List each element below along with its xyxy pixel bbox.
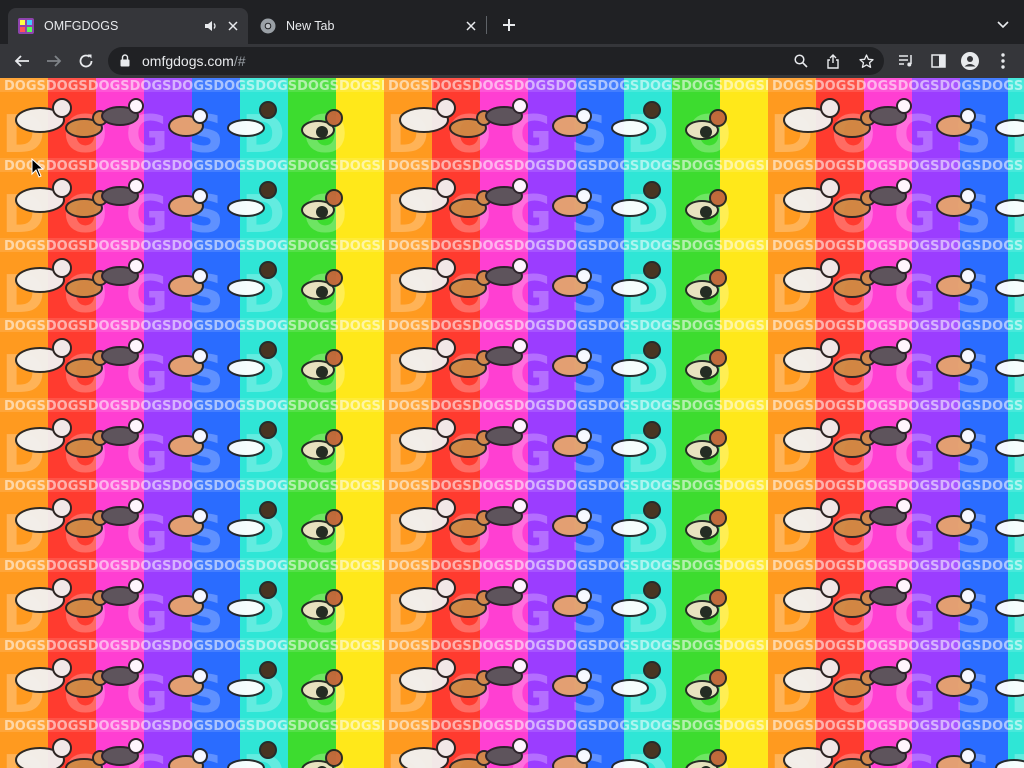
tab-title: New Tab xyxy=(286,19,335,33)
plus-icon xyxy=(503,19,515,31)
address-bar[interactable]: omfgdogs.com/# xyxy=(108,47,884,75)
forward-button[interactable] xyxy=(41,48,67,74)
tab-title: OMFGDOGS xyxy=(44,19,119,33)
url-path: /# xyxy=(233,53,246,69)
tab-separator xyxy=(486,16,487,34)
arrow-left-icon xyxy=(14,55,29,67)
tab-new-tab[interactable]: New Tab xyxy=(248,8,486,44)
reload-icon xyxy=(79,54,93,68)
reload-button[interactable] xyxy=(73,48,99,74)
omfgdogs-favicon xyxy=(18,18,34,34)
new-tab-button[interactable] xyxy=(498,14,520,36)
tab-omfgdogs[interactable]: OMFGDOGS xyxy=(8,8,248,44)
speaker-icon[interactable] xyxy=(202,17,220,35)
chevron-down-icon xyxy=(997,21,1009,29)
media-control-button[interactable] xyxy=(893,48,919,74)
mouse-cursor-icon xyxy=(31,158,45,178)
url-text[interactable]: omfgdogs.com/# xyxy=(142,53,246,69)
toolbar: omfgdogs.com/# xyxy=(0,44,1024,78)
arrow-right-icon xyxy=(47,55,62,67)
close-tab-icon[interactable] xyxy=(224,17,242,35)
tab-search-button[interactable] xyxy=(992,14,1014,36)
tab-strip: OMFGDOGS New Tab xyxy=(0,0,1024,44)
share-icon[interactable] xyxy=(822,50,844,72)
side-panel-icon xyxy=(930,54,946,68)
media-control-icon xyxy=(899,55,912,67)
omfgdogs-background: DOGSDOGSDOGSDOGSDOGSDOGSDOGSDOGSDOGSDOGS… xyxy=(0,78,1024,768)
profile-button[interactable] xyxy=(957,48,983,74)
kebab-menu-icon xyxy=(1001,53,1005,69)
url-host: omfgdogs.com xyxy=(142,53,234,69)
back-button[interactable] xyxy=(9,48,35,74)
close-tab-icon[interactable] xyxy=(462,17,480,35)
menu-button[interactable] xyxy=(990,48,1016,74)
page-content[interactable]: DOGSDOGSDOGSDOGSDOGSDOGSDOGSDOGSDOGSDOGS… xyxy=(0,78,1024,768)
profile-icon xyxy=(961,52,979,70)
lock-icon[interactable] xyxy=(120,54,130,67)
star-icon[interactable] xyxy=(855,50,877,72)
chrome-icon xyxy=(260,18,276,34)
side-panel-button[interactable] xyxy=(925,48,951,74)
search-icon[interactable] xyxy=(790,50,812,72)
